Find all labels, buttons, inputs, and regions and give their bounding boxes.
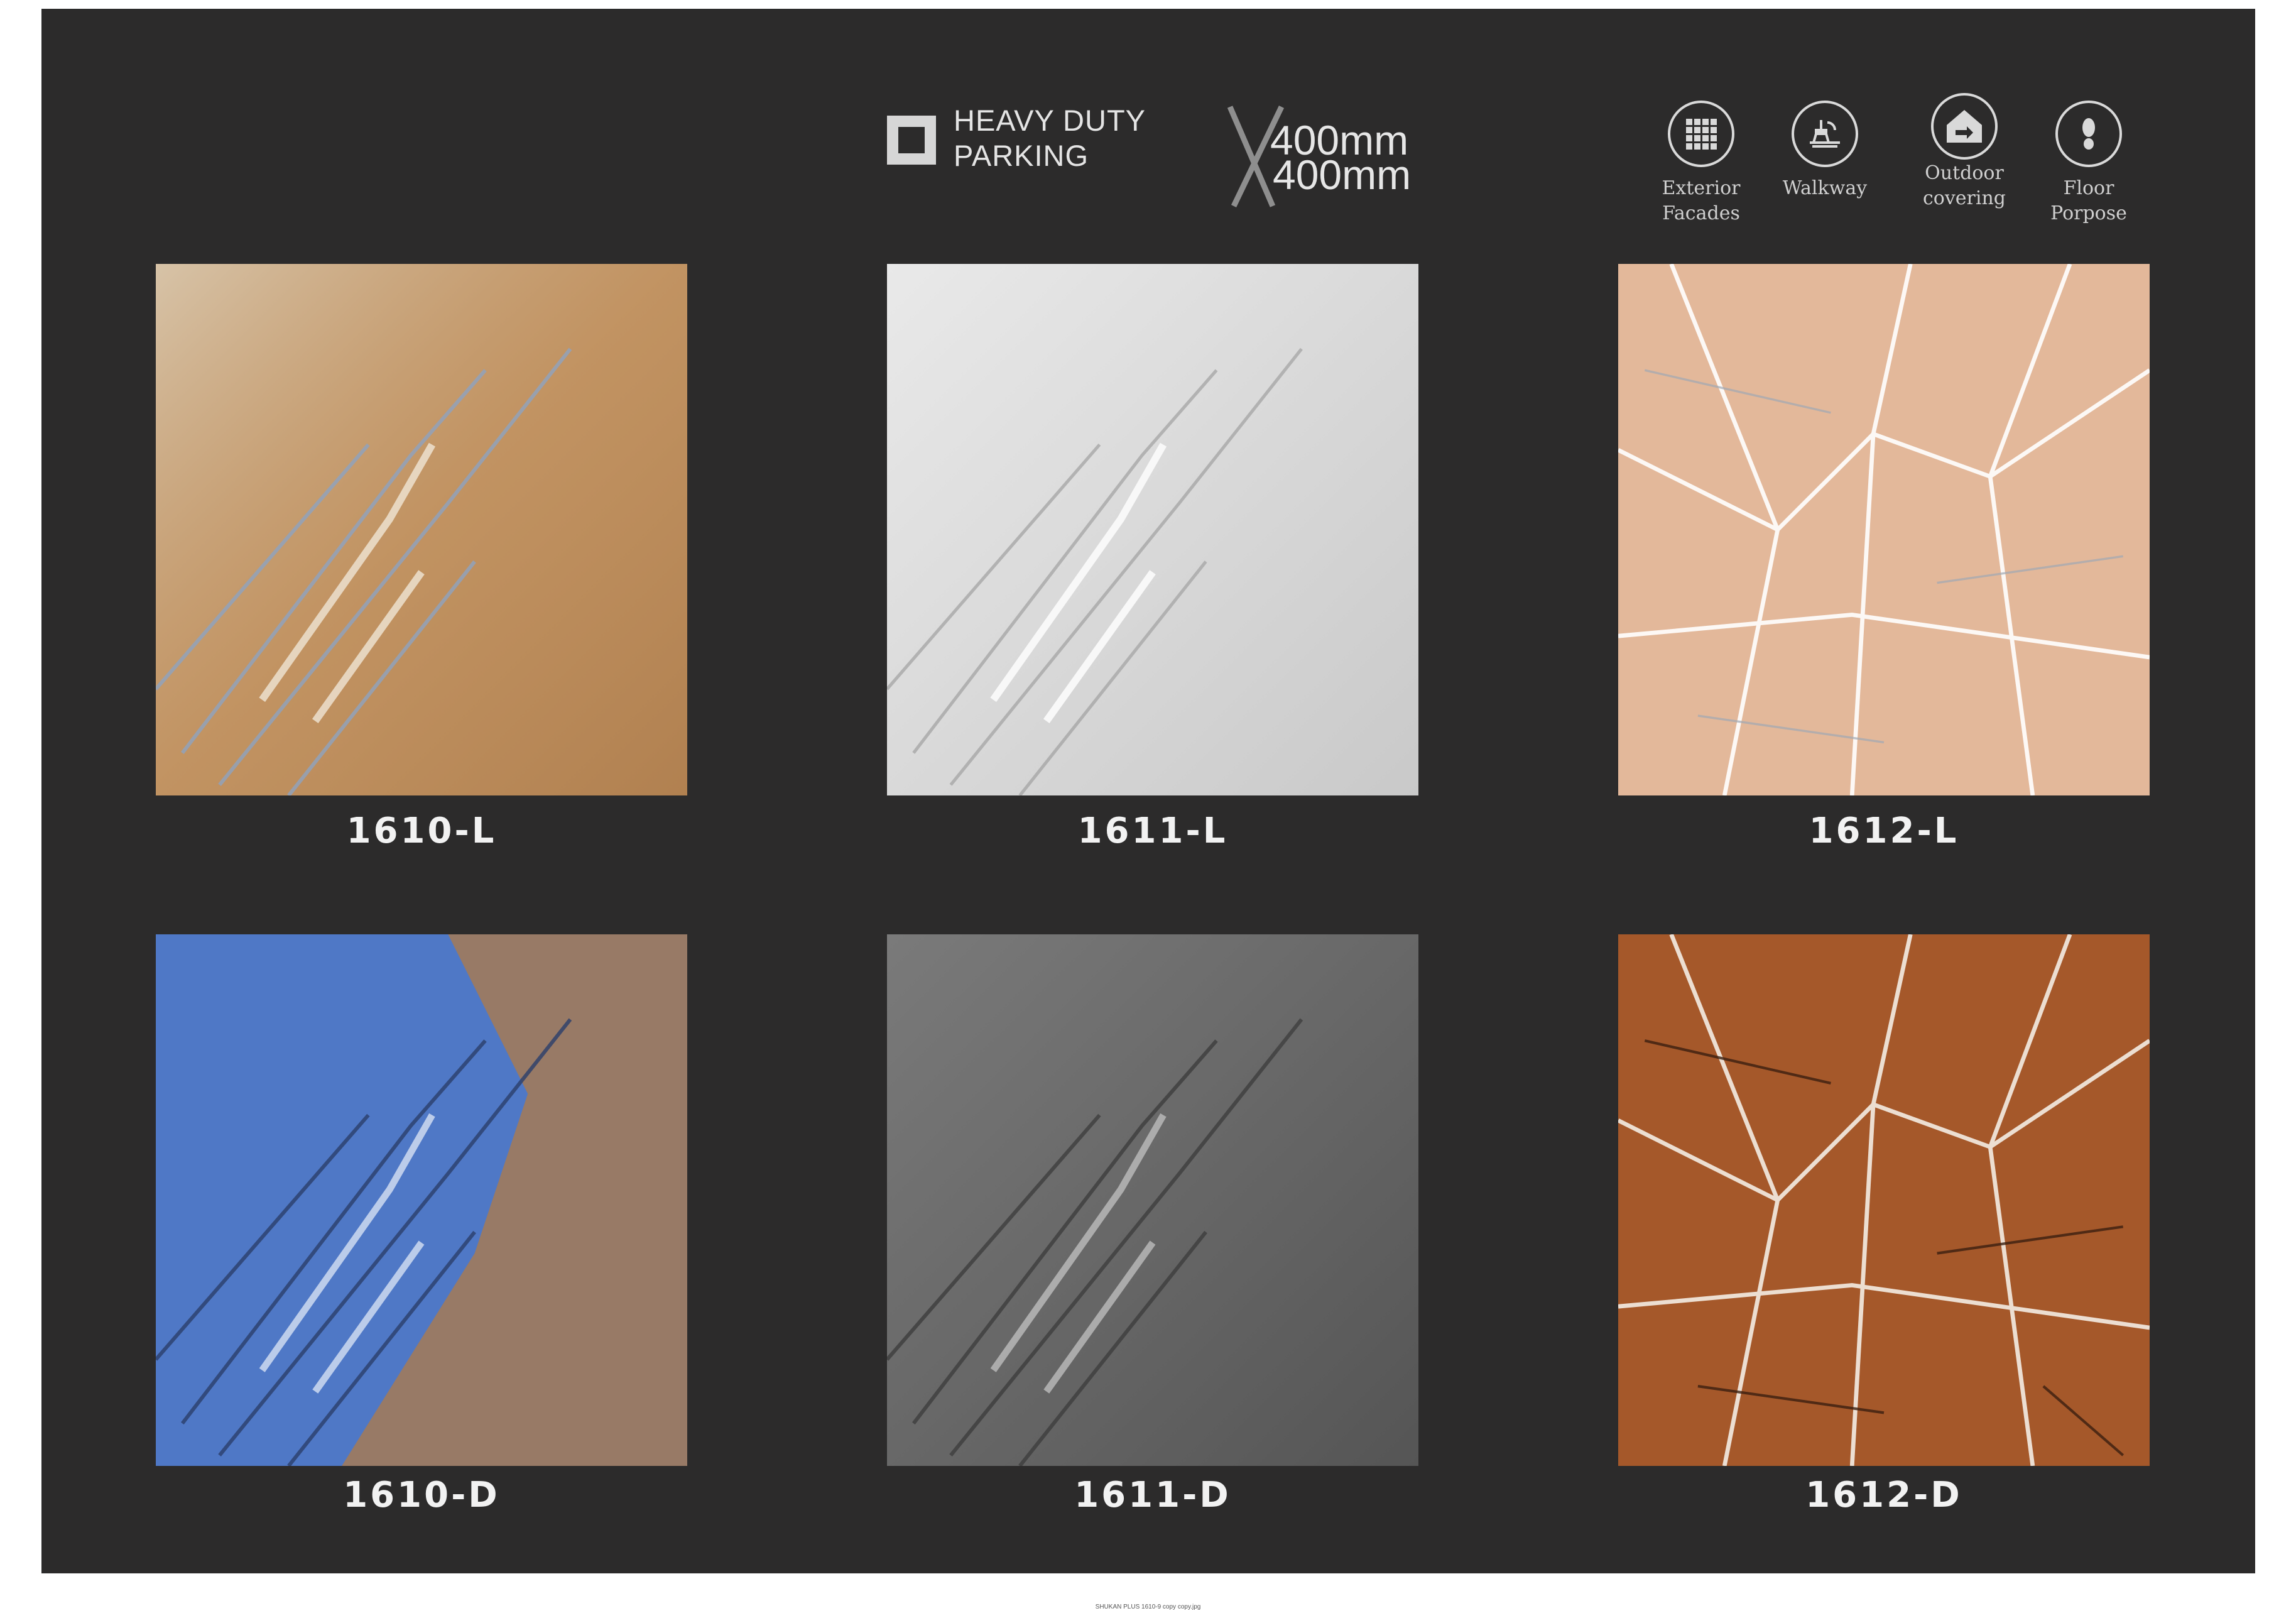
use-caption-line-2: covering	[1922, 187, 2006, 209]
use-caption-line-1: Walkway	[1782, 177, 1868, 199]
size-height: 400mm	[1273, 151, 1412, 198]
use-caption-line-1: Outdoor	[1925, 162, 2004, 184]
outdoor-covering-icon	[1931, 93, 1998, 160]
tile-swatch-1611-d[interactable]	[887, 934, 1418, 1466]
marble-texture	[1618, 264, 2150, 795]
use-caption-line-1: Exterior	[1662, 177, 1741, 199]
walkway-icon	[1792, 101, 1858, 167]
tile-code: 1612-L	[1809, 811, 1959, 851]
tile-code: 1611-L	[1077, 811, 1228, 851]
heavy-duty-parking-label: HEAVY DUTY PARKING	[954, 103, 1146, 173]
use-caption-line-2: Facades	[1662, 202, 1740, 224]
use-walkway: Walkway	[1756, 101, 1894, 201]
badge-line-1: HEAVY DUTY	[954, 104, 1146, 137]
tile-swatch-1611-l[interactable]	[887, 264, 1418, 795]
square-badge-icon	[887, 116, 936, 165]
use-exterior-facades: Exterior Facades	[1632, 101, 1770, 226]
use-caption-line-2: Porpose	[2050, 202, 2127, 224]
tile-code: 1611-D	[1074, 1475, 1231, 1516]
footprint-icon	[2055, 101, 2122, 167]
tile-swatch-1612-l[interactable]	[1618, 264, 2150, 795]
tile-swatch-1612-d[interactable]	[1618, 934, 2150, 1466]
tile-code: 1612-D	[1805, 1475, 1962, 1516]
marble-texture	[887, 264, 1418, 795]
grid-tile-icon	[1668, 101, 1734, 167]
use-caption-line-1: Floor	[2063, 177, 2114, 199]
tile-swatch-1610-l[interactable]	[156, 264, 687, 795]
file-name-caption: SHUKAN PLUS 1610-9 copy copy.jpg	[1095, 1604, 1201, 1610]
marble-texture	[156, 264, 687, 795]
use-outdoor-covering: Outdoor covering	[1895, 93, 2033, 211]
tile-swatch-1610-d[interactable]	[156, 934, 687, 1466]
marble-texture	[887, 934, 1418, 1466]
marble-texture	[156, 934, 687, 1466]
use-floor-purpose: Floor Porpose	[2020, 101, 2158, 226]
badge-line-2: PARKING	[954, 139, 1089, 172]
tile-code: 1610-L	[346, 811, 497, 851]
tile-code: 1610-D	[343, 1475, 500, 1516]
marble-texture	[1618, 934, 2150, 1466]
